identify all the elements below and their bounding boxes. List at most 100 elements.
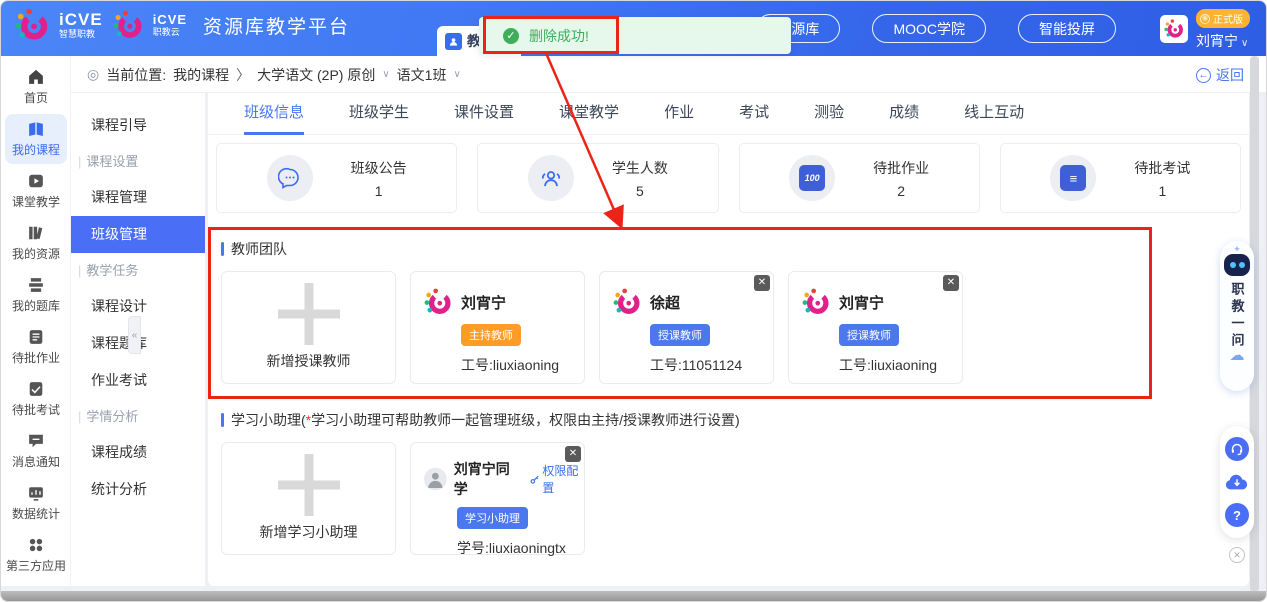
zhijiao-qa-widget[interactable]: ✦ 职教一问 ☁ bbox=[1220, 241, 1254, 391]
breadcrumb-root[interactable]: 我的课程 bbox=[173, 65, 229, 85]
question-mark-icon: ? bbox=[1233, 508, 1241, 523]
download-button[interactable] bbox=[1225, 470, 1249, 494]
submenu-collapse-handle[interactable]: « bbox=[128, 316, 141, 354]
breadcrumb-course[interactable]: 大学语文 (2P) 原创 bbox=[257, 65, 375, 85]
tab-courseware-settings[interactable]: 课件设置 bbox=[454, 93, 514, 135]
tab-exam[interactable]: 考试 bbox=[739, 93, 769, 135]
stat-label: 待批考试 bbox=[1134, 158, 1190, 178]
remove-assistant-button[interactable]: ✕ bbox=[565, 446, 581, 462]
sidebar-item-my-question-bank[interactable]: 我的题库 bbox=[5, 270, 67, 320]
icon-sidebar: 首页 我的课程 课堂教学 我的资源 我的题库 待批作业 待批考试 消息通知 bbox=[1, 56, 71, 586]
submenu-group-learning-analysis: |学情分析 bbox=[71, 399, 205, 434]
book-icon bbox=[28, 121, 44, 137]
submenu-item-course-guide[interactable]: 课程引导 bbox=[71, 107, 205, 144]
sparkle-icon: ✦ bbox=[1233, 245, 1241, 253]
submenu-item-homework-exam[interactable]: 作业考试 bbox=[71, 362, 205, 399]
icve-zhijiaoyun-logo-text: iCVE 职教云 bbox=[153, 13, 187, 37]
sidebar-item-label: 我的题库 bbox=[12, 297, 60, 314]
sidebar-item-pending-exams[interactable]: 待批考试 bbox=[5, 374, 67, 424]
group-bar: | bbox=[78, 154, 81, 169]
chevron-down-icon[interactable]: ∨ bbox=[453, 69, 460, 80]
assistant-id: 学号:liuxiaoningtx bbox=[457, 538, 584, 558]
plus-icon bbox=[278, 454, 340, 516]
submenu-item-statistical-analysis[interactable]: 统计分析 bbox=[71, 471, 205, 508]
sidebar-item-my-courses[interactable]: 我的课程 bbox=[5, 114, 67, 164]
sidebar-item-third-party-apps[interactable]: 第三方应用 bbox=[5, 530, 67, 580]
back-button[interactable]: ← 返回 bbox=[1196, 65, 1244, 85]
platform-title: 资源库教学平台 bbox=[203, 12, 350, 39]
chevron-down-icon[interactable]: ∨ bbox=[382, 69, 389, 80]
mooc-academy-button[interactable]: MOOC学院 bbox=[872, 14, 986, 43]
tab-homework[interactable]: 作业 bbox=[664, 93, 694, 135]
assistant-cards-row: 新增学习小助理 ✕ 刘宵宁同学 权限配置 学习小助理 学号:liuxiaonin… bbox=[221, 442, 1249, 555]
sidebar-item-my-resources[interactable]: 我的资源 bbox=[5, 218, 67, 268]
submenu-item-course-grades[interactable]: 课程成绩 bbox=[71, 434, 205, 471]
user-area[interactable]: 正式版 刘宵宁∨ bbox=[1160, 9, 1250, 51]
stat-cards: 班级公告1 学生人数5 100 待批作业2 ≡ 待批考试1 bbox=[208, 143, 1249, 213]
cloud-download-icon bbox=[1225, 472, 1249, 492]
toolbar-close-button[interactable]: ✕ bbox=[1229, 547, 1245, 563]
breadcrumb: ◎ 当前位置: 我的课程 〉 大学语文 (2P) 原创 ∨ 语文1班 ∨ bbox=[87, 56, 461, 93]
submenu-item-course-management[interactable]: 课程管理 bbox=[71, 179, 205, 216]
section-bar bbox=[221, 413, 224, 427]
floating-toolbar: ? bbox=[1220, 426, 1254, 538]
sidebar-item-label: 首页 bbox=[24, 89, 48, 106]
sidebar-item-home[interactable]: 首页 bbox=[5, 62, 67, 112]
header-nav: 资源库 MOOC学院 智能投屏 bbox=[756, 14, 1116, 43]
submenu-item-class-management[interactable]: 班级管理 bbox=[71, 216, 205, 253]
tab-grades[interactable]: 成绩 bbox=[889, 93, 919, 135]
sidebar-item-pending-homework[interactable]: 待批作业 bbox=[5, 322, 67, 372]
breadcrumb-class[interactable]: 语文1班 bbox=[397, 65, 447, 85]
logo2-title: iCVE bbox=[153, 13, 187, 26]
announcement-icon bbox=[267, 155, 313, 201]
apps-grid-icon bbox=[28, 537, 44, 553]
stat-card-pending-homework[interactable]: 100 待批作业2 bbox=[739, 143, 980, 213]
annotation-box-teacher-team bbox=[208, 227, 1152, 399]
stat-label: 待批作业 bbox=[873, 158, 929, 178]
assistant-note: 学习小助理可帮助教师一起管理班级，权限由主持/授课教师进行设置) bbox=[311, 410, 740, 430]
assistant-name: 刘宵宁同学 bbox=[454, 459, 515, 499]
question-bank-icon bbox=[28, 277, 44, 293]
permission-config-link[interactable]: 权限配置 bbox=[530, 462, 584, 496]
cloud-icon: ☁ bbox=[1230, 350, 1245, 362]
logo2-subtitle: 职教云 bbox=[153, 28, 187, 37]
stat-value: 2 bbox=[873, 183, 929, 199]
teacher-tab-icon bbox=[445, 33, 462, 50]
submenu-group-course-settings: | 课程设置 bbox=[71, 144, 205, 179]
tab-class-info[interactable]: 班级信息 bbox=[244, 93, 304, 135]
tab-class-students[interactable]: 班级学生 bbox=[349, 93, 409, 135]
smart-cast-button[interactable]: 智能投屏 bbox=[1018, 14, 1116, 43]
add-assistant-card[interactable]: 新增学习小助理 bbox=[221, 442, 396, 555]
icve-zhihui-logo-text: iCVE 智慧职教 bbox=[59, 11, 103, 39]
support-button[interactable] bbox=[1225, 437, 1249, 461]
user-name[interactable]: 刘宵宁∨ bbox=[1196, 31, 1248, 51]
logo1-title: iCVE bbox=[59, 11, 103, 28]
avatar[interactable] bbox=[1160, 15, 1188, 43]
sidebar-item-classroom-teaching[interactable]: 课堂教学 bbox=[5, 166, 67, 216]
chevron-down-icon: ∨ bbox=[1241, 38, 1248, 49]
role-badge-assistant: 学习小助理 bbox=[457, 507, 528, 529]
user-name-text: 刘宵宁 bbox=[1196, 33, 1238, 49]
app-window: iCVE 智慧职教 iCVE 职教云 资源库教学平台 教师 资源库 MOOC学院… bbox=[0, 0, 1267, 602]
tab-quiz[interactable]: 测验 bbox=[814, 93, 844, 135]
sidebar-item-messages[interactable]: 消息通知 bbox=[5, 426, 67, 476]
group-bar: | bbox=[78, 263, 81, 278]
pending-exam-icon: ≡ bbox=[1050, 155, 1096, 201]
sidebar-item-label: 待批考试 bbox=[12, 401, 60, 418]
exam-icon bbox=[28, 381, 44, 397]
robot-icon bbox=[1224, 254, 1250, 276]
help-button[interactable]: ? bbox=[1225, 503, 1249, 527]
sidebar-item-data-statistics[interactable]: 数据统计 bbox=[5, 478, 67, 528]
medal-icon bbox=[1200, 14, 1210, 24]
assistant-card: ✕ 刘宵宁同学 权限配置 学习小助理 学号:liuxiaoningtx bbox=[410, 442, 585, 555]
tab-online-interaction[interactable]: 线上互动 bbox=[964, 93, 1024, 135]
student-avatar bbox=[424, 466, 447, 492]
stat-card-pending-exams[interactable]: ≡ 待批考试1 bbox=[1000, 143, 1241, 213]
stat-card-announcements[interactable]: 班级公告1 bbox=[216, 143, 457, 213]
stat-label: 班级公告 bbox=[351, 158, 407, 178]
icve-zhihui-logo-icon bbox=[15, 8, 49, 42]
submenu-group-label: 课程设置 bbox=[86, 154, 138, 169]
sidebar-item-label: 消息通知 bbox=[12, 453, 60, 470]
logo1-subtitle: 智慧职教 bbox=[59, 30, 103, 39]
sidebar-item-label: 第三方应用 bbox=[6, 557, 66, 574]
